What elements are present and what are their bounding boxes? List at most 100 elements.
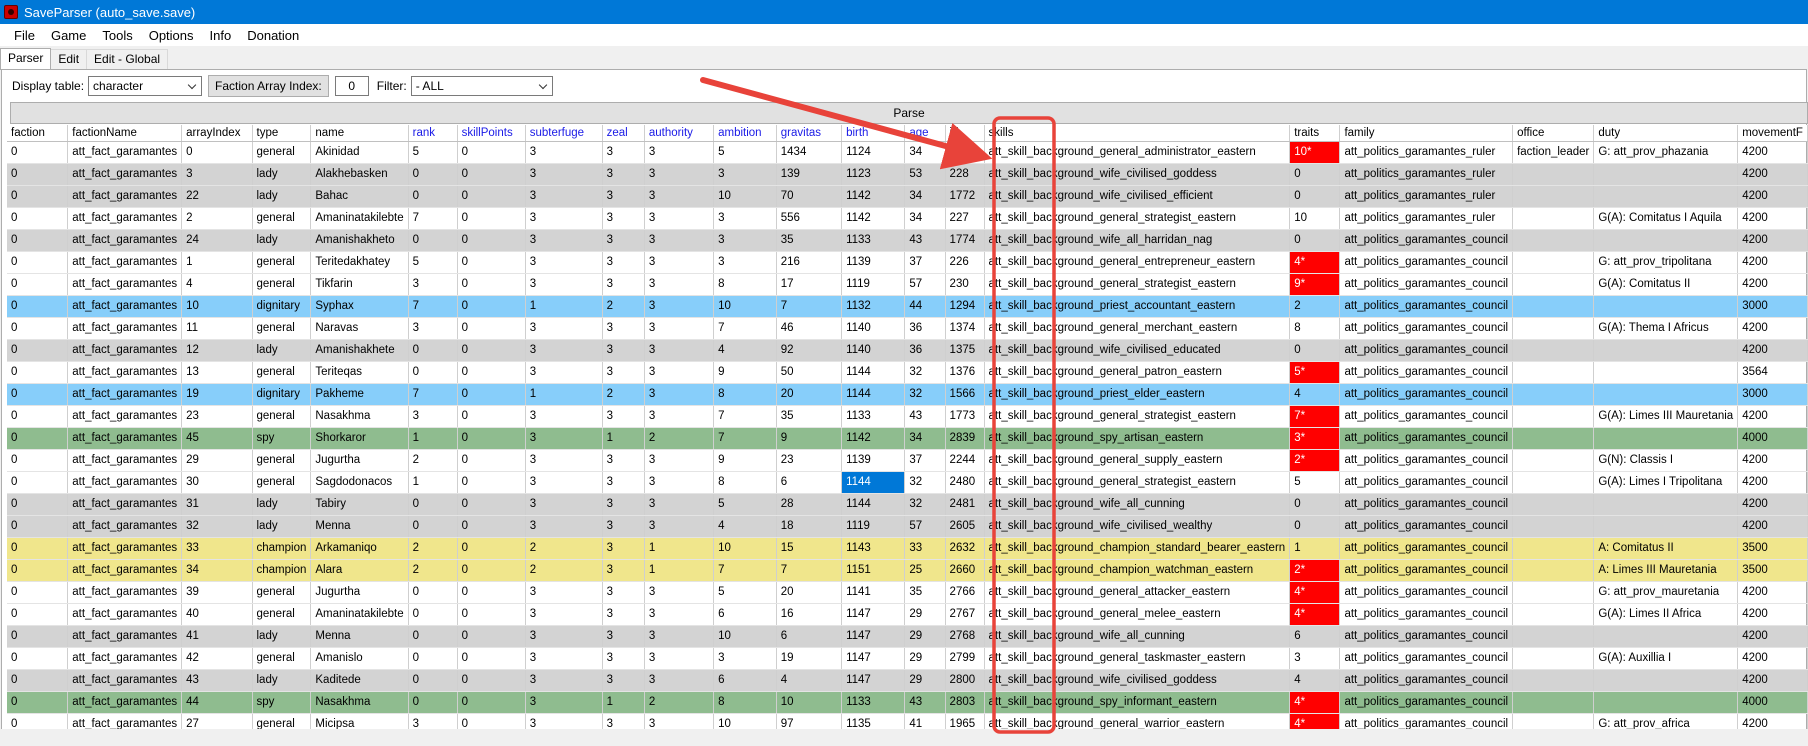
table-cell-faction[interactable]: 0 [7,603,69,626]
table-cell-duty[interactable]: G(A): Thema I Africus [1593,317,1739,340]
table-cell-type[interactable]: general [252,273,312,296]
table-row[interactable]: 0 att_fact_garamantes 30 general Sagdodonaco… [7,471,1808,494]
table-cell-birth[interactable]: 1139 [841,449,906,472]
table-cell-office[interactable] [1512,559,1595,582]
table-cell-name[interactable]: Menna [310,625,409,648]
table-cell-type[interactable]: general [252,581,312,604]
table-cell-movementF[interactable]: 4200 [1737,603,1808,626]
table-cell-ambition[interactable]: 3 [713,647,777,670]
table-cell-movementF[interactable]: 4200 [1737,493,1808,516]
table-cell-authority[interactable]: 1 [644,537,715,560]
table-cell-gravitas[interactable]: 6 [776,625,843,648]
table-cell-traits[interactable]: 1 [1289,537,1341,560]
table-cell-zeal[interactable]: 3 [602,405,645,428]
table-cell-zeal[interactable]: 3 [602,317,645,340]
table-cell-birth[interactable]: 1142 [841,207,906,230]
table-cell-rank[interactable]: 1 [408,427,458,450]
table-cell-rank[interactable]: 0 [408,581,458,604]
table-cell-duty[interactable]: G: att_prov_mauretania [1593,581,1739,604]
table-cell-movementF[interactable]: 4000 [1737,427,1808,450]
table-cell-office[interactable] [1512,471,1595,494]
table-cell-movementF[interactable]: 3564 [1737,361,1808,384]
table-cell-age[interactable]: 57 [904,515,946,538]
table-cell-factionName[interactable]: att_fact_garamantes [67,471,183,494]
table-cell-family[interactable]: att_politics_garamantes_council [1339,559,1514,582]
table-cell-gravitas[interactable]: 19 [776,647,843,670]
table-cell-office[interactable] [1512,537,1595,560]
table-cell-skillPoints[interactable]: 0 [457,405,526,428]
table-row[interactable]: 0 att_fact_garamantes 10 dignitary Syphax 7 0 1… [7,295,1808,318]
table-cell-faction[interactable]: 0 [7,251,69,274]
table-cell-type[interactable]: general [252,361,312,384]
table-row[interactable]: 0 att_fact_garamantes 3 lady Alakhebasken 0 0 3… [7,163,1808,186]
table-cell-id[interactable]: 2839 [945,427,985,450]
table-cell-factionName[interactable]: att_fact_garamantes [67,361,183,384]
table-cell-name[interactable]: Sagdodonacos [310,471,409,494]
table-cell-name[interactable]: Naravas [310,317,409,340]
table-cell-arrayIndex[interactable]: 12 [181,339,253,362]
table-cell-movementF[interactable]: 4200 [1737,647,1808,670]
table-cell-faction[interactable]: 0 [7,295,69,318]
table-cell-rank[interactable]: 1 [408,471,458,494]
table-cell-family[interactable]: att_politics_garamantes_ruler [1339,207,1514,230]
table-cell-factionName[interactable]: att_fact_garamantes [67,581,183,604]
table-cell-ambition[interactable]: 3 [713,207,777,230]
table-cell-family[interactable]: att_politics_garamantes_council [1339,229,1514,252]
table-cell-movementF[interactable]: 4200 [1737,449,1808,472]
table-cell-type[interactable]: spy [252,427,312,450]
table-cell-age[interactable]: 57 [904,273,946,296]
table-cell-traits[interactable]: 0 [1289,493,1341,516]
table-cell-ambition[interactable]: 8 [713,273,777,296]
table-cell-type[interactable]: general [252,603,312,626]
table-cell-arrayIndex[interactable]: 33 [181,537,253,560]
table-cell-family[interactable]: att_politics_garamantes_ruler [1339,163,1514,186]
column-header[interactable]: authority [644,125,715,142]
table-cell-id[interactable]: 227 [945,207,985,230]
table-cell-rank[interactable]: 2 [408,559,458,582]
table-cell-id[interactable]: 1774 [945,229,985,252]
table-cell-office[interactable] [1512,493,1595,516]
table-cell-movementF[interactable]: 4200 [1737,251,1808,274]
table-cell-family[interactable]: att_politics_garamantes_council [1339,405,1514,428]
table-cell-faction[interactable]: 0 [7,361,69,384]
table-cell-subterfuge[interactable]: 2 [525,559,603,582]
column-header[interactable]: arrayIndex [181,125,253,142]
table-cell-subterfuge[interactable]: 3 [525,251,603,274]
table-cell-skillPoints[interactable]: 0 [457,515,526,538]
table-cell-zeal[interactable]: 3 [602,471,645,494]
table-cell-factionName[interactable]: att_fact_garamantes [67,317,183,340]
table-cell-birth[interactable]: 1132 [841,295,906,318]
table-cell-age[interactable]: 34 [904,427,946,450]
table-cell-ambition[interactable]: 8 [713,691,777,714]
table-cell-movementF[interactable]: 4200 [1737,339,1808,362]
table-cell-factionName[interactable]: att_fact_garamantes [67,647,183,670]
table-cell-subterfuge[interactable]: 3 [525,317,603,340]
table-cell-id[interactable]: 1772 [945,185,985,208]
table-cell-gravitas[interactable]: 20 [776,383,843,406]
table-cell-duty[interactable] [1593,493,1739,516]
table-cell-subterfuge[interactable]: 1 [525,295,603,318]
table-cell-office[interactable] [1512,251,1595,274]
table-cell-id[interactable]: 226 [945,251,985,274]
table-cell-ambition[interactable]: 7 [713,405,777,428]
table-cell-rank[interactable]: 5 [408,141,458,164]
table-cell-family[interactable]: att_politics_garamantes_council [1339,317,1514,340]
table-cell-skillPoints[interactable]: 0 [457,141,526,164]
table-cell-birth[interactable]: 1143 [841,537,906,560]
table-cell-authority[interactable]: 1 [644,559,715,582]
table-cell-subterfuge[interactable]: 3 [525,691,603,714]
table-cell-birth[interactable]: 1119 [841,515,906,538]
table-cell-factionName[interactable]: att_fact_garamantes [67,405,183,428]
table-cell-authority[interactable]: 3 [644,163,715,186]
table-cell-movementF[interactable]: 4200 [1737,273,1808,296]
table-cell-zeal[interactable]: 1 [602,427,645,450]
table-cell-duty[interactable]: G(A): Auxillia I [1593,647,1739,670]
table-cell-name[interactable]: Akinidad [310,141,409,164]
table-cell-skills[interactable]: att_skill_background_wife_civilised_godd… [984,163,1291,186]
table-cell-authority[interactable]: 3 [644,185,715,208]
table-cell-gravitas[interactable]: 9 [776,427,843,450]
table-cell-gravitas[interactable]: 7 [776,559,843,582]
table-cell-skillPoints[interactable]: 0 [457,427,526,450]
table-cell-movementF[interactable]: 4200 [1737,581,1808,604]
table-cell-skills[interactable]: att_skill_background_wife_all_cunning [984,493,1291,516]
